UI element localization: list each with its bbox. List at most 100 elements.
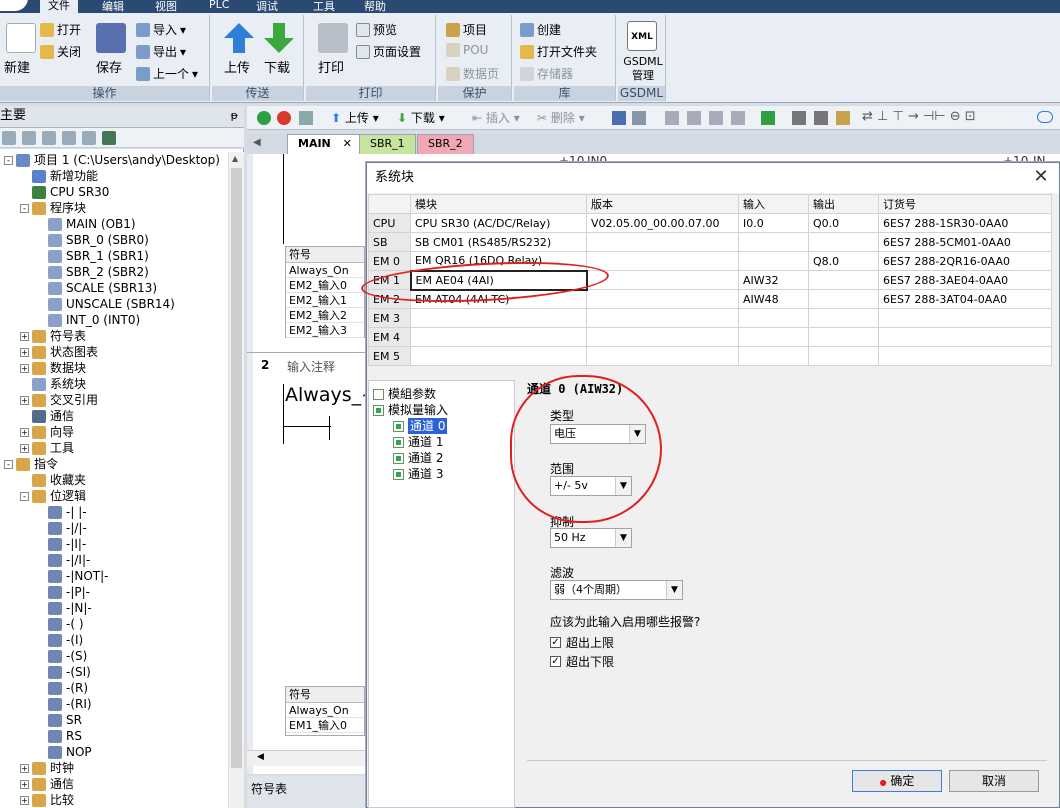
toolbar-icon-f[interactable] [731, 111, 745, 125]
tree-item[interactable]: -( ) [36, 616, 84, 632]
cell-version[interactable] [586, 346, 739, 366]
cell-output[interactable] [808, 327, 879, 347]
tree-item[interactable]: + 符号表 [20, 328, 86, 344]
cell-output[interactable] [808, 232, 879, 252]
symbol-row[interactable]: EM2_输入3 [286, 323, 364, 338]
toolbar-delete-button[interactable]: ✂ 删除 ▾ [537, 109, 585, 126]
cell-module[interactable]: SB CM01 (RS485/RS232) [410, 232, 587, 252]
tree-item[interactable]: + 时钟 [20, 760, 74, 776]
expand-icon[interactable]: + [20, 427, 29, 437]
cell-output[interactable] [808, 346, 879, 366]
scroll-left-icon[interactable]: ◀ [257, 752, 264, 762]
tab-close-icon[interactable]: ✕ [343, 137, 352, 150]
scroll-up-icon[interactable]: ▲ [232, 154, 238, 163]
tree-item[interactable]: SBR_2 (SBR2) [36, 264, 149, 280]
menu-plc[interactable]: PLC [209, 0, 229, 11]
cell-output[interactable] [808, 289, 879, 309]
expand-icon[interactable]: + [20, 363, 29, 373]
tree-item[interactable]: SR [36, 712, 82, 728]
tab-sbr2[interactable]: SBR_2 [417, 134, 474, 154]
tree-item[interactable]: -(S) [36, 648, 87, 664]
cell-input[interactable] [738, 232, 809, 252]
cell-version[interactable] [586, 270, 739, 290]
tree-item[interactable]: + 交叉引用 [20, 392, 98, 408]
menu-help[interactable]: 帮助 [364, 0, 386, 13]
tree-item[interactable]: -(RI) [36, 696, 92, 712]
cell-version[interactable] [586, 232, 739, 252]
expand-icon[interactable]: + [20, 347, 29, 357]
tab-scroll-left-icon[interactable]: ◀ [253, 137, 261, 148]
tree-item[interactable]: - 位逻辑 [20, 488, 86, 504]
collapse-icon[interactable]: - [4, 155, 13, 165]
toolbar-lock-icon[interactable] [792, 111, 806, 125]
cell-module[interactable] [410, 346, 587, 366]
cell-order[interactable]: 6ES7 288-2QR16-0AA0 [878, 251, 1052, 271]
protect-project-button[interactable]: 项目 [446, 21, 487, 38]
tree-item[interactable]: + 状态图表 [20, 344, 98, 360]
memory-button[interactable]: 存储器 [520, 65, 573, 82]
symbol-row[interactable]: EM2_输入2 [286, 308, 364, 323]
close-icon[interactable]: ✕ [1031, 167, 1051, 187]
cell-output[interactable] [808, 270, 879, 290]
cell-version[interactable] [586, 251, 739, 271]
tree-node-channel-2[interactable]: 通道 2 [393, 450, 443, 466]
tree-item[interactable]: -(R) [36, 680, 88, 696]
ladder-tools-icon[interactable]: ⇄ ⊥ ⊤ → ⊣⊢ ⊖ ⊡ [862, 109, 976, 124]
tree-item[interactable]: + 通信 [20, 776, 74, 792]
cell-order[interactable] [878, 346, 1052, 366]
tree-item[interactable]: - 指令 [4, 456, 58, 472]
cell-order[interactable]: 6ES7 288-1SR30-0AA0 [878, 213, 1052, 233]
tree-item[interactable]: -(I) [36, 632, 83, 648]
gsdml-manage-button[interactable]: GSDML 管理 [621, 55, 665, 83]
tree-item[interactable]: SBR_1 (SBR1) [36, 248, 149, 264]
tree-item[interactable]: 收藏夹 [20, 472, 86, 488]
collapse-icon[interactable]: - [20, 491, 29, 501]
protect-datapage-button[interactable]: 数据页 [446, 65, 499, 82]
cell-version[interactable]: V02.05.00_00.00.07.00 [586, 213, 739, 233]
cell-output[interactable]: Q8.0 [808, 251, 879, 271]
expand-icon[interactable]: + [20, 763, 29, 773]
tab-main[interactable]: MAIN ✕ [287, 134, 363, 154]
tree-node-module-params[interactable]: 模組参数 [373, 386, 436, 402]
save-button[interactable]: 保存 [96, 57, 122, 76]
tree-item[interactable]: + 数据块 [20, 360, 86, 376]
toolbar-bookmark-icon[interactable] [836, 111, 850, 125]
page-setup-button[interactable]: 页面设置 [356, 43, 421, 60]
table-row[interactable]: SB SB CM01 (RS485/RS232) 6ES7 288-5CM01-0A… [368, 232, 1052, 252]
tree-item[interactable]: 通信 [20, 408, 74, 424]
run-icon[interactable] [257, 111, 271, 125]
toolbar-download-button[interactable]: ⬇ 下载 ▾ [397, 109, 445, 126]
tree-item[interactable]: -|/|- [36, 520, 87, 536]
tree-item[interactable]: -|I|- [36, 536, 86, 552]
print-button[interactable]: 打印 [318, 57, 344, 76]
tree-tool-6-icon[interactable] [102, 131, 116, 145]
cell-input[interactable] [738, 327, 809, 347]
compile-icon[interactable] [299, 111, 313, 125]
scrollbar-thumb[interactable] [231, 168, 242, 768]
cell-input[interactable] [738, 308, 809, 328]
symbol-table-tab[interactable]: 符号表 [251, 780, 287, 797]
collapse-icon[interactable]: - [20, 203, 29, 213]
tree-item[interactable]: -|P|- [36, 584, 90, 600]
tree-item[interactable]: NOP [36, 744, 92, 760]
alarm-upper-checkbox[interactable]: ✓ 超出上限 [550, 634, 614, 651]
menu-tools[interactable]: 工具 [313, 0, 335, 13]
tree-item[interactable]: -| |- [36, 504, 87, 520]
cell-order[interactable] [878, 327, 1052, 347]
toolbar-unlock-icon[interactable] [814, 111, 828, 125]
toolbar-icon-c[interactable] [665, 111, 679, 125]
toolbar-toggle-icon[interactable] [1037, 111, 1053, 123]
tree-item[interactable]: - 项目 1 (C:\Users\andy\Desktop) [4, 152, 220, 168]
cell-module[interactable] [410, 308, 587, 328]
collapse-icon[interactable]: - [4, 459, 13, 469]
menu-edit[interactable]: 编辑 [102, 0, 124, 13]
symbol-row[interactable]: EM2_输入1 [286, 293, 364, 308]
symbol-row[interactable]: EM2_输入0 [286, 278, 364, 293]
tree-tool-3-icon[interactable] [42, 131, 56, 145]
protect-pou-button[interactable]: POU [446, 43, 488, 57]
cancel-button[interactable]: 取消 [949, 770, 1039, 792]
create-library-button[interactable]: 创建 [520, 21, 561, 38]
download-button[interactable]: 下载 [264, 57, 290, 76]
tree-item[interactable]: MAIN (OB1) [36, 216, 136, 232]
table-row[interactable]: EM 5 [368, 346, 1052, 366]
